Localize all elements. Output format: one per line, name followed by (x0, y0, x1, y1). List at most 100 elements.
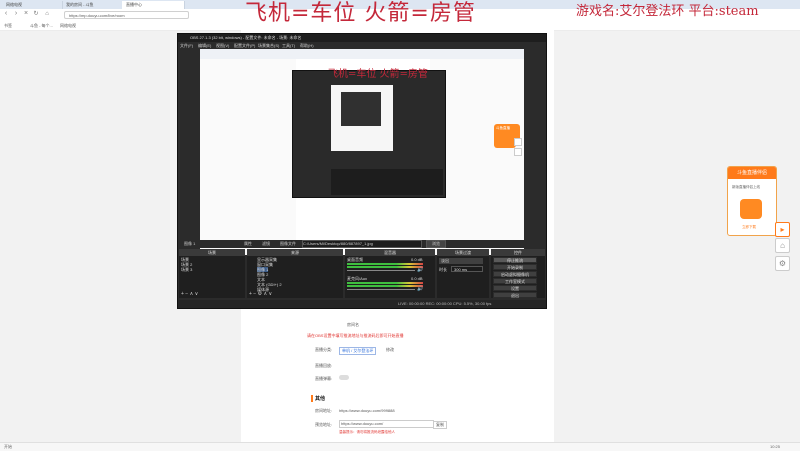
mixer-panel-title: 混音器 (345, 249, 435, 256)
preview-url-field[interactable]: https://www.douyu.com/ (339, 420, 434, 428)
home-icon[interactable]: ⌂ (43, 10, 51, 18)
nested-preview (331, 85, 393, 151)
desktop-audio-meter (347, 263, 423, 265)
transitions-panel-title: 场景过渡 (437, 249, 489, 256)
stop-streaming-button[interactable]: 停止推流 (493, 257, 537, 263)
preview-copy-button[interactable]: 复制 (433, 421, 447, 429)
desktop-volume-slider[interactable] (347, 270, 415, 271)
nested-obs-window (292, 70, 446, 198)
obs-status-text: LIVE: 00:00:00 REC: 00:00:00 CPU: 5.5%, … (398, 301, 492, 306)
bookmark-item[interactable]: 书签 (4, 22, 12, 29)
properties-button[interactable]: 属性 (244, 241, 252, 247)
room-url-label: 房间地址: (315, 408, 333, 413)
nested-obs-window-2 (341, 92, 381, 126)
source-name: 图像 1 (184, 241, 196, 246)
side-play-icon[interactable]: ▸ (775, 222, 790, 237)
tab-live-center[interactable]: 直播中心 (122, 1, 185, 9)
close-icon[interactable]: × (22, 10, 30, 18)
filters-button[interactable]: 滤镜 (262, 241, 270, 247)
nested-obs-panels (331, 169, 443, 195)
push-warning: 请在OBS设置中填写推流地址与推流码后即可开始直播 (307, 333, 404, 338)
obs-menu-tools[interactable]: 工具(T) (282, 42, 295, 49)
browse-button[interactable]: 浏览 (426, 240, 446, 248)
bookmark-item[interactable]: 网络电视 (60, 22, 76, 29)
settings-button[interactable]: 设置 (493, 285, 537, 291)
controls-panel: 停止推流 开始录制 启动虚拟摄像机 工作室模式 设置 退出 (491, 256, 545, 298)
studio-mode-button[interactable]: 工作室模式 (493, 278, 537, 284)
desktop-mute-icon[interactable]: 🔊 (417, 267, 423, 273)
scene-add-remove-icons[interactable]: + − ∧ ∨ (181, 291, 198, 297)
mic-audio-meter (347, 285, 423, 287)
obs-menu-help[interactable]: 帮助(H) (300, 42, 314, 49)
nested-browser-capture: 飞机=车位 火箭=房管 (200, 49, 524, 255)
virtual-camera-button[interactable]: 启动虚拟摄像机 (493, 271, 537, 277)
douyu-logo-icon (740, 199, 762, 219)
scenes-panel: 场景 场景 2 场景 3 + − ∧ ∨ (179, 256, 245, 298)
obs-menu-view[interactable]: 视图(V) (216, 42, 229, 49)
duration-field[interactable]: 300 ms (451, 266, 483, 272)
nested-browser-bar (200, 49, 524, 59)
audio-mixer-panel: 桌面音频 0.0 dB 🔊 麦克风/Aux 0.0 dB 🔊 (345, 256, 435, 298)
obs-window: OBS 27.1.3 (32 bit, windows) - 配置文件: 未命名… (177, 33, 547, 309)
mic-audio-meter (347, 282, 423, 284)
record-label: 直播回放: (315, 363, 333, 368)
sources-panel: 显示器采集 窗口采集 图像 1 图像 2 文本 文本 (GDI+) 2 媒体源 … (247, 256, 343, 298)
sources-panel-title: 来源 (247, 249, 343, 256)
promo-line: 新版直播伴侣上线 (732, 185, 760, 189)
mixer-channel-desktop: 桌面音频 (347, 257, 363, 262)
exit-button[interactable]: 退出 (493, 292, 537, 298)
side-home-icon[interactable]: ⌂ (775, 238, 790, 253)
image-path-field[interactable]: C:/Users/Mi/Desktop/880/887897_1.jpg (302, 240, 422, 248)
preview-hint: 温馨提示：请勿将推流码泄露给他人 (339, 430, 395, 434)
transition-select[interactable]: 淡出 (439, 258, 483, 264)
source-add-remove-icons[interactable]: + − ⚙ ∧ ∨ (249, 291, 272, 297)
promo-title: 斗鱼直播伴侣 (728, 167, 776, 179)
floating-promo-label: 斗鱼直播 (496, 126, 510, 130)
scenes-panel-title: 场景 (179, 249, 245, 256)
scene-item[interactable]: 场景 3 (181, 267, 192, 272)
desktop-audio-meter (347, 266, 423, 268)
tab-tv[interactable]: 网络电视 (2, 1, 63, 9)
bookmark-item[interactable]: 斗鱼 - 每个... (30, 22, 53, 29)
danmu-toggle[interactable] (339, 375, 349, 380)
start-recording-button[interactable]: 开始录制 (493, 264, 537, 270)
floating-side-icon[interactable] (514, 138, 522, 146)
preview-url-label: 预览地址: (315, 422, 333, 427)
forward-icon[interactable]: › (12, 10, 20, 18)
transitions-panel: 淡出 时长 300 ms (437, 256, 489, 298)
other-heading: 其他 (311, 395, 325, 402)
tab-douyu-room[interactable]: 我的房间 - 斗鱼 (62, 1, 123, 9)
obs-menu-bar: 文件(F) 编辑(E) 视图(V) 配置文件(P) 场景集合(S) 工具(T) … (178, 42, 546, 49)
obs-menu-edit[interactable]: 编辑(E) (198, 42, 211, 49)
category-label: 直播分类: (315, 347, 333, 352)
mic-volume-slider[interactable] (347, 289, 415, 290)
room-name-label: 房间名 (347, 322, 359, 327)
category-modify-button[interactable]: 修改 (386, 347, 394, 353)
side-settings-icon[interactable]: ⚙ (775, 256, 790, 271)
category-value[interactable]: 单机 / 艾尔登法环 (339, 347, 377, 355)
refresh-icon[interactable]: ↻ (32, 10, 40, 18)
floating-promo-icon[interactable]: 斗鱼直播 (494, 124, 516, 148)
floating-side-icon[interactable] (514, 148, 522, 156)
mixer-channel-mic: 麦克风/Aux (347, 276, 368, 281)
controls-panel-title: 控件 (491, 249, 545, 256)
obs-source-toolbar: 图像 1 属性 滤镜 图像文件 C:/Users/Mi/Desktop/880/… (178, 240, 546, 248)
assistant-promo-widget[interactable]: 斗鱼直播伴侣 新版直播伴侣上线 立即下载 (727, 166, 777, 236)
mixer-channel-mic-db: 0.0 dB (411, 276, 423, 281)
obs-title: OBS 27.1.3 (32 bit, windows) - 配置文件: 未命名… (178, 34, 546, 42)
room-url[interactable]: https://www.douyu.com/999888 (339, 408, 395, 413)
image-file-label: 图像文件 (280, 241, 296, 246)
obs-menu-file[interactable]: 文件(F) (180, 42, 193, 49)
mic-mute-icon[interactable]: 🔊 (417, 286, 423, 292)
fans-label: 直播弹幕: (315, 376, 333, 381)
back-icon[interactable]: ‹ (2, 10, 10, 18)
address-bar[interactable]: https://mp.douyu.com/live/room (64, 11, 189, 19)
obs-status-bar: LIVE: 00:00:00 REC: 00:00:00 CPU: 5.5%, … (178, 300, 546, 308)
promo-download-button[interactable]: 立即下载 (742, 225, 756, 230)
obs-menu-scenes[interactable]: 场景集合(S) (258, 42, 279, 49)
obs-preview-canvas[interactable]: 飞机=车位 火箭=房管 (200, 49, 524, 255)
duration-label: 时长 (439, 267, 447, 272)
stream-overlay-game: 游戏名:艾尔登法环 平台:steam (576, 4, 759, 19)
obs-menu-profile[interactable]: 配置文件(P) (234, 42, 255, 49)
stream-overlay-title: 飞机=车位 火箭=房管 (245, 1, 476, 26)
